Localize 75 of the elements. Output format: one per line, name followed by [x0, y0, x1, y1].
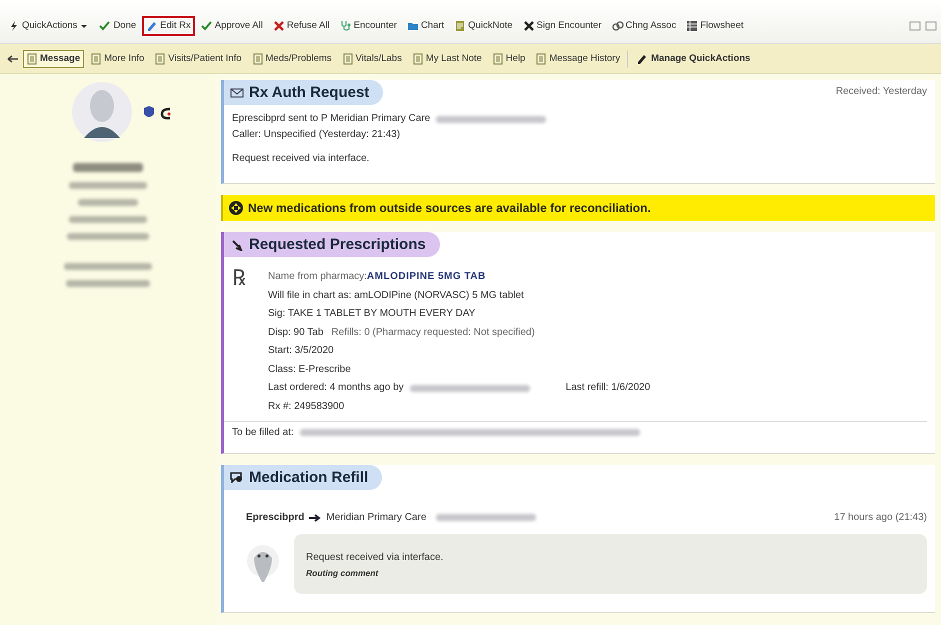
note-icon: [454, 20, 466, 32]
avatar-icon: [72, 82, 132, 144]
toolbar-button[interactable]: Done: [95, 16, 140, 36]
pharmacy-name-line: Name from pharmacy:AMLODIPINE 5MG TAB: [267, 270, 487, 284]
tab[interactable]: More Info: [87, 50, 148, 68]
checkmark-icon: [99, 20, 112, 32]
x-icon: [522, 20, 535, 32]
checkmark-icon: [200, 20, 213, 32]
grid-icon: [686, 20, 698, 32]
toolbar-button[interactable]: Edit Rx: [142, 16, 195, 36]
user-pin-icon: [246, 544, 280, 584]
pencil-icon: [636, 52, 648, 64]
toolbar-button[interactable]: QuickActions: [4, 16, 94, 36]
filled-at-label: To be filled at:: [232, 426, 294, 440]
window-icon: [909, 20, 921, 32]
x-icon: [272, 20, 285, 32]
toolbar-button[interactable]: Approve All: [196, 16, 267, 36]
envelope-icon: [230, 86, 244, 98]
link-icon: [612, 20, 624, 32]
refills-line: Refills: 0 (Pharmacy requested: Not specified): [331, 326, 535, 340]
comment-label: Routing comment: [306, 568, 380, 578]
manage-quickactions-button[interactable]: Manage QuickActions: [627, 50, 754, 68]
toolbar-button[interactable]: Refuse All: [268, 16, 334, 36]
last-ordered-line: Last ordered: 4 months ago by: [268, 381, 404, 395]
shield-icon: [142, 106, 154, 120]
stethoscope-icon: [340, 20, 352, 32]
section-header: Rx Auth Request: [224, 80, 384, 105]
request-note: Request received via interface.: [231, 152, 370, 166]
tab[interactable]: Message: [23, 50, 84, 68]
toolbar-button[interactable]: Encounter: [336, 16, 401, 36]
document-icon: [155, 52, 166, 64]
pencil-icon: [146, 20, 158, 32]
right-arrow-icon: [308, 512, 322, 522]
sender-line: Eprescibprd sent to P Meridian Primary Care: [232, 112, 430, 126]
document-icon: [27, 52, 37, 64]
detail-line: Sig: TAKE 1 TABLET BY MOUTH EVERY DAY: [267, 307, 476, 321]
tab[interactable]: Meds/Problems: [248, 50, 336, 68]
window-icon: [925, 20, 937, 32]
toolbar-button[interactable]: Chng Assoc: [608, 16, 680, 36]
move-arrows-icon: [229, 201, 243, 215]
document-icon: [536, 52, 546, 64]
tab[interactable]: Visits/Patient Info: [151, 50, 246, 68]
section-header: Requested Prescriptions: [224, 232, 440, 257]
document-icon: [342, 52, 353, 64]
logo-mark-icon: [160, 106, 172, 120]
chat-bubble-icon: [230, 471, 244, 483]
alert-text: New medications from outside sources are available for reconciliation.: [248, 201, 651, 215]
toolbar-button[interactable]: Flowsheet: [682, 16, 748, 36]
tab[interactable]: Vitals/Labs: [338, 50, 406, 68]
toolbar-button[interactable]: QuickNote: [450, 16, 517, 36]
document-icon: [252, 52, 263, 64]
detail-line: Class: E-Prescribe: [267, 362, 352, 376]
received-label: Received: Yesterday: [836, 85, 927, 97]
last-refill-line: Last refill: 1/6/2020: [566, 381, 650, 395]
detail-line: Will file in chart as: amLODIPine (NORVASC) 5 MG tablet: [267, 288, 525, 302]
lightning-icon: [8, 20, 20, 32]
rx-number: Rx #: 249583900: [267, 400, 346, 414]
tab[interactable]: Help: [488, 50, 530, 68]
rx-symbol: ℞: [232, 269, 247, 293]
caller-line: Caller: Unspecified (Yesterday: 21:43): [231, 128, 402, 142]
comment-text: Request received via interface.: [306, 550, 444, 564]
recipient-name: Meridian Primary Care: [326, 510, 426, 524]
detail-line: Start: 3/5/2020: [267, 344, 335, 358]
section-header: Medication Refill: [224, 464, 382, 490]
tab[interactable]: Message History: [532, 50, 624, 68]
dispense-line: Disp: 90 Tab: [268, 326, 324, 340]
timestamp: 17 hours ago (21:43): [834, 510, 927, 524]
tab[interactable]: My Last Note: [408, 50, 486, 68]
document-icon: [492, 52, 503, 64]
document-icon: [91, 52, 102, 64]
document-icon: [412, 52, 423, 64]
toolbar-button[interactable]: Sign Encounter: [518, 16, 606, 36]
sender-name: Eprescibprd: [246, 510, 304, 524]
back-arrow-icon: [6, 52, 20, 64]
toolbar-button[interactable]: Chart: [402, 16, 448, 36]
